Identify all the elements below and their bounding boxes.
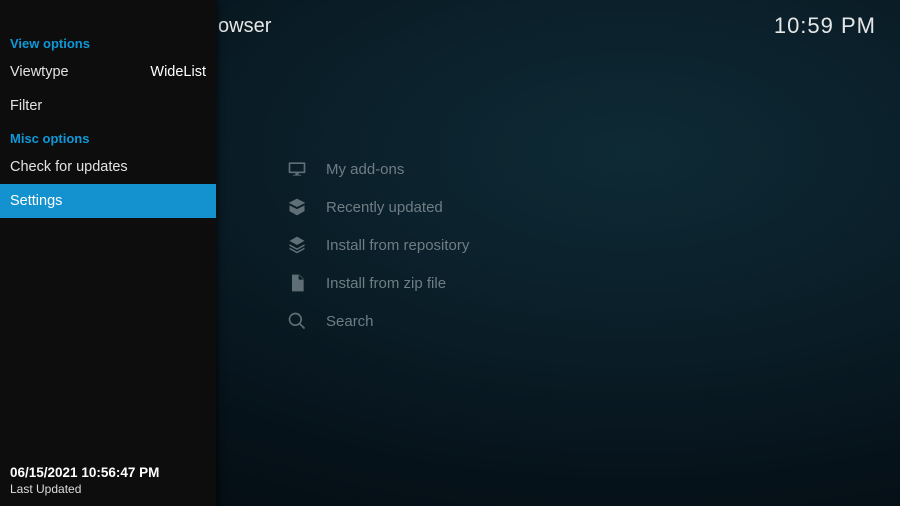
sidebar-item-viewtype[interactable]: Viewtype WideList [0,55,216,89]
zip-file-icon [286,273,308,293]
options-sidebar: View options Viewtype WideList Filter Mi… [0,0,216,506]
page-title: owser [218,15,271,38]
clock: 10:59 PM [774,13,876,39]
sidebar-item-label: Settings [10,193,62,209]
sidebar-item-settings[interactable]: Settings [0,184,216,218]
app-root: owser 10:59 PM My add-ons Recently updat… [0,0,900,506]
list-item-label: Search [326,313,374,330]
sidebar-item-label: Check for updates [10,159,128,175]
sidebar-item-label: Viewtype [10,64,69,80]
sidebar-item-filter[interactable]: Filter [0,89,216,123]
section-header-misc-options: Misc options [0,123,216,150]
list-item-label: Recently updated [326,199,443,216]
list-item-recently-updated[interactable]: Recently updated [286,188,786,226]
footer-last-updated-label: Last Updated [10,482,206,496]
sidebar-item-label: Filter [10,98,42,114]
list-item-search[interactable]: Search [286,302,786,340]
sidebar-footer: 06/15/2021 10:56:47 PM Last Updated [0,459,216,506]
list-item-label: Install from zip file [326,275,446,292]
search-icon [286,311,308,331]
addon-browser-list: My add-ons Recently updated Install from… [286,150,786,340]
repository-icon [286,235,308,255]
list-item-label: Install from repository [326,237,469,254]
monitor-icon [286,159,308,179]
list-item-install-repository[interactable]: Install from repository [286,226,786,264]
sidebar-spacer [0,218,216,459]
box-open-icon [286,197,308,217]
list-item-install-zip[interactable]: Install from zip file [286,264,786,302]
list-item-label: My add-ons [326,161,404,178]
list-item-my-addons[interactable]: My add-ons [286,150,786,188]
section-header-view-options: View options [0,28,216,55]
sidebar-item-value: WideList [150,64,206,80]
footer-timestamp: 06/15/2021 10:56:47 PM [10,465,206,480]
sidebar-item-check-updates[interactable]: Check for updates [0,150,216,184]
